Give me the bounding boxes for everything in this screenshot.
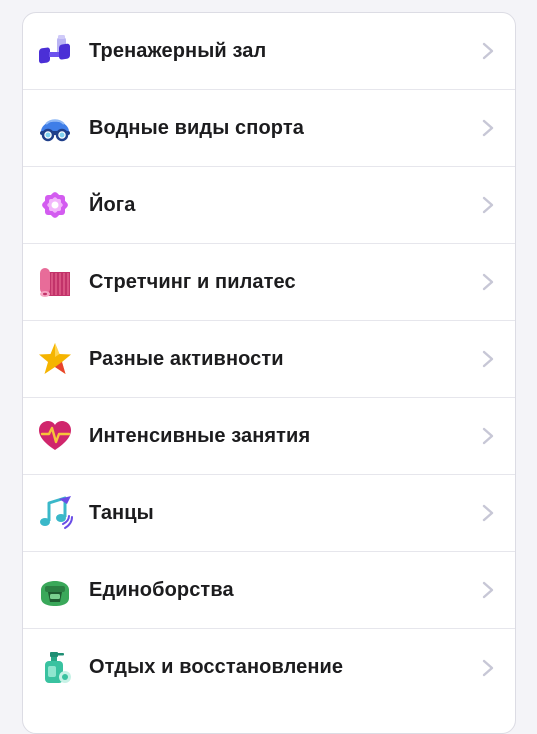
lotus-icon [37,187,73,223]
chevron-right-icon [481,350,495,368]
list-item-label: Интенсивные занятия [89,424,311,447]
list-item-label: Танцы [89,501,154,524]
spray-bottle-icon [37,650,73,686]
list-item-label: Разные активности [89,347,284,370]
chevron-right-icon [481,581,495,599]
dumbbell-icon [37,33,73,69]
list-item-label: Тренажерный зал [89,39,267,62]
list-item-label: Водные виды спорта [89,116,304,139]
boxing-helmet-icon [37,572,73,608]
list-item-label: Единоборства [89,578,234,601]
list-item-various-activities[interactable]: Разные активности [23,321,515,398]
list-item-intensive-training[interactable]: Интенсивные занятия [23,398,515,475]
chevron-right-icon [481,504,495,522]
swim-cap-icon [37,110,73,146]
chevron-right-icon [481,196,495,214]
chevron-right-icon [481,119,495,137]
activity-category-list: Тренажерный зал Водные виды спорта Йога … [22,12,516,734]
list-item-stretching-pilates[interactable]: Стретчинг и пилатес [23,244,515,321]
heart-pulse-icon [37,418,73,454]
list-item-rest-recovery[interactable]: Отдых и восстановление [23,629,515,706]
chevron-right-icon [481,659,495,677]
chevron-right-icon [481,427,495,445]
list-item-label: Стретчинг и пилатес [89,270,296,293]
list-item-gym[interactable]: Тренажерный зал [23,13,515,90]
chevron-right-icon [481,273,495,291]
list-item-dances[interactable]: Танцы [23,475,515,552]
list-item-label: Йога [89,193,136,216]
list-item-martial-arts[interactable]: Единоборства [23,552,515,629]
chevron-right-icon [481,42,495,60]
star-icon [37,341,73,377]
music-note-icon [37,495,73,531]
list-item-yoga[interactable]: Йога [23,167,515,244]
yoga-mat-icon [37,264,73,300]
list-item-water-sports[interactable]: Водные виды спорта [23,90,515,167]
list-item-label: Отдых и восстановление [89,656,344,678]
